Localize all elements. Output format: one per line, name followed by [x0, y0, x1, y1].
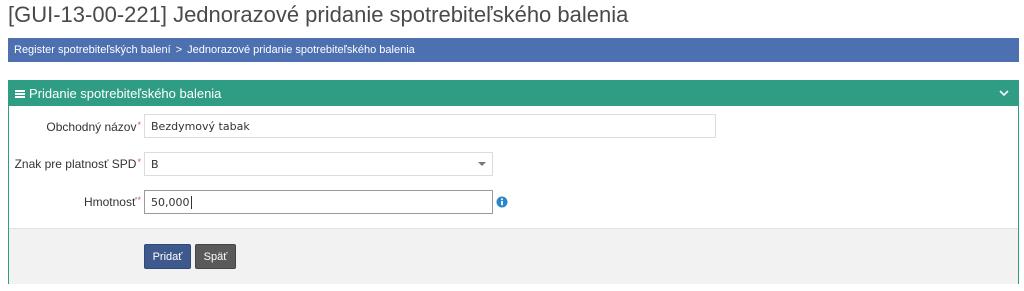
- weight-label: Hmotnosť*: [83, 195, 141, 209]
- weight-input[interactable]: 50,000: [144, 190, 493, 214]
- trade-name-label: Obchodný názov*: [46, 120, 141, 134]
- panel-title: Pridanie spotrebiteľského balenia: [29, 86, 222, 101]
- select-caret-icon: [478, 162, 486, 166]
- trade-name-input[interactable]: Bezdymový tabak: [144, 114, 716, 138]
- form-body: Obchodný názov* Bezdymový tabak Znak pre…: [9, 106, 1018, 228]
- hamburger-icon: [15, 89, 25, 98]
- breadcrumb-separator-icon: >: [175, 44, 183, 56]
- spd-sign-label: Znak pre platnosť SPD*: [14, 157, 141, 171]
- form-actions: Pridať Späť: [9, 228, 1018, 284]
- required-marker: *: [137, 195, 141, 205]
- add-button[interactable]: Pridať: [144, 244, 191, 269]
- back-button[interactable]: Späť: [195, 244, 236, 269]
- required-marker: *: [137, 120, 141, 130]
- panel-header[interactable]: Pridanie spotrebiteľského balenia: [9, 81, 1018, 106]
- breadcrumb: Register spotrebiteľských balení > Jedno…: [8, 38, 1019, 62]
- breadcrumb-item-register[interactable]: Register spotrebiteľských balení: [14, 44, 171, 56]
- required-marker: *: [137, 157, 141, 167]
- info-icon[interactable]: [496, 196, 508, 208]
- spd-sign-select[interactable]: B: [144, 152, 493, 176]
- breadcrumb-item-current: Jednorazové pridanie spotrebiteľského ba…: [187, 44, 415, 56]
- add-package-panel: Pridanie spotrebiteľského balenia Obchod…: [8, 80, 1019, 284]
- chevron-down-icon[interactable]: [998, 87, 1010, 99]
- page-title: [GUI-13-00-221] Jednorazové pridanie spo…: [8, 2, 629, 27]
